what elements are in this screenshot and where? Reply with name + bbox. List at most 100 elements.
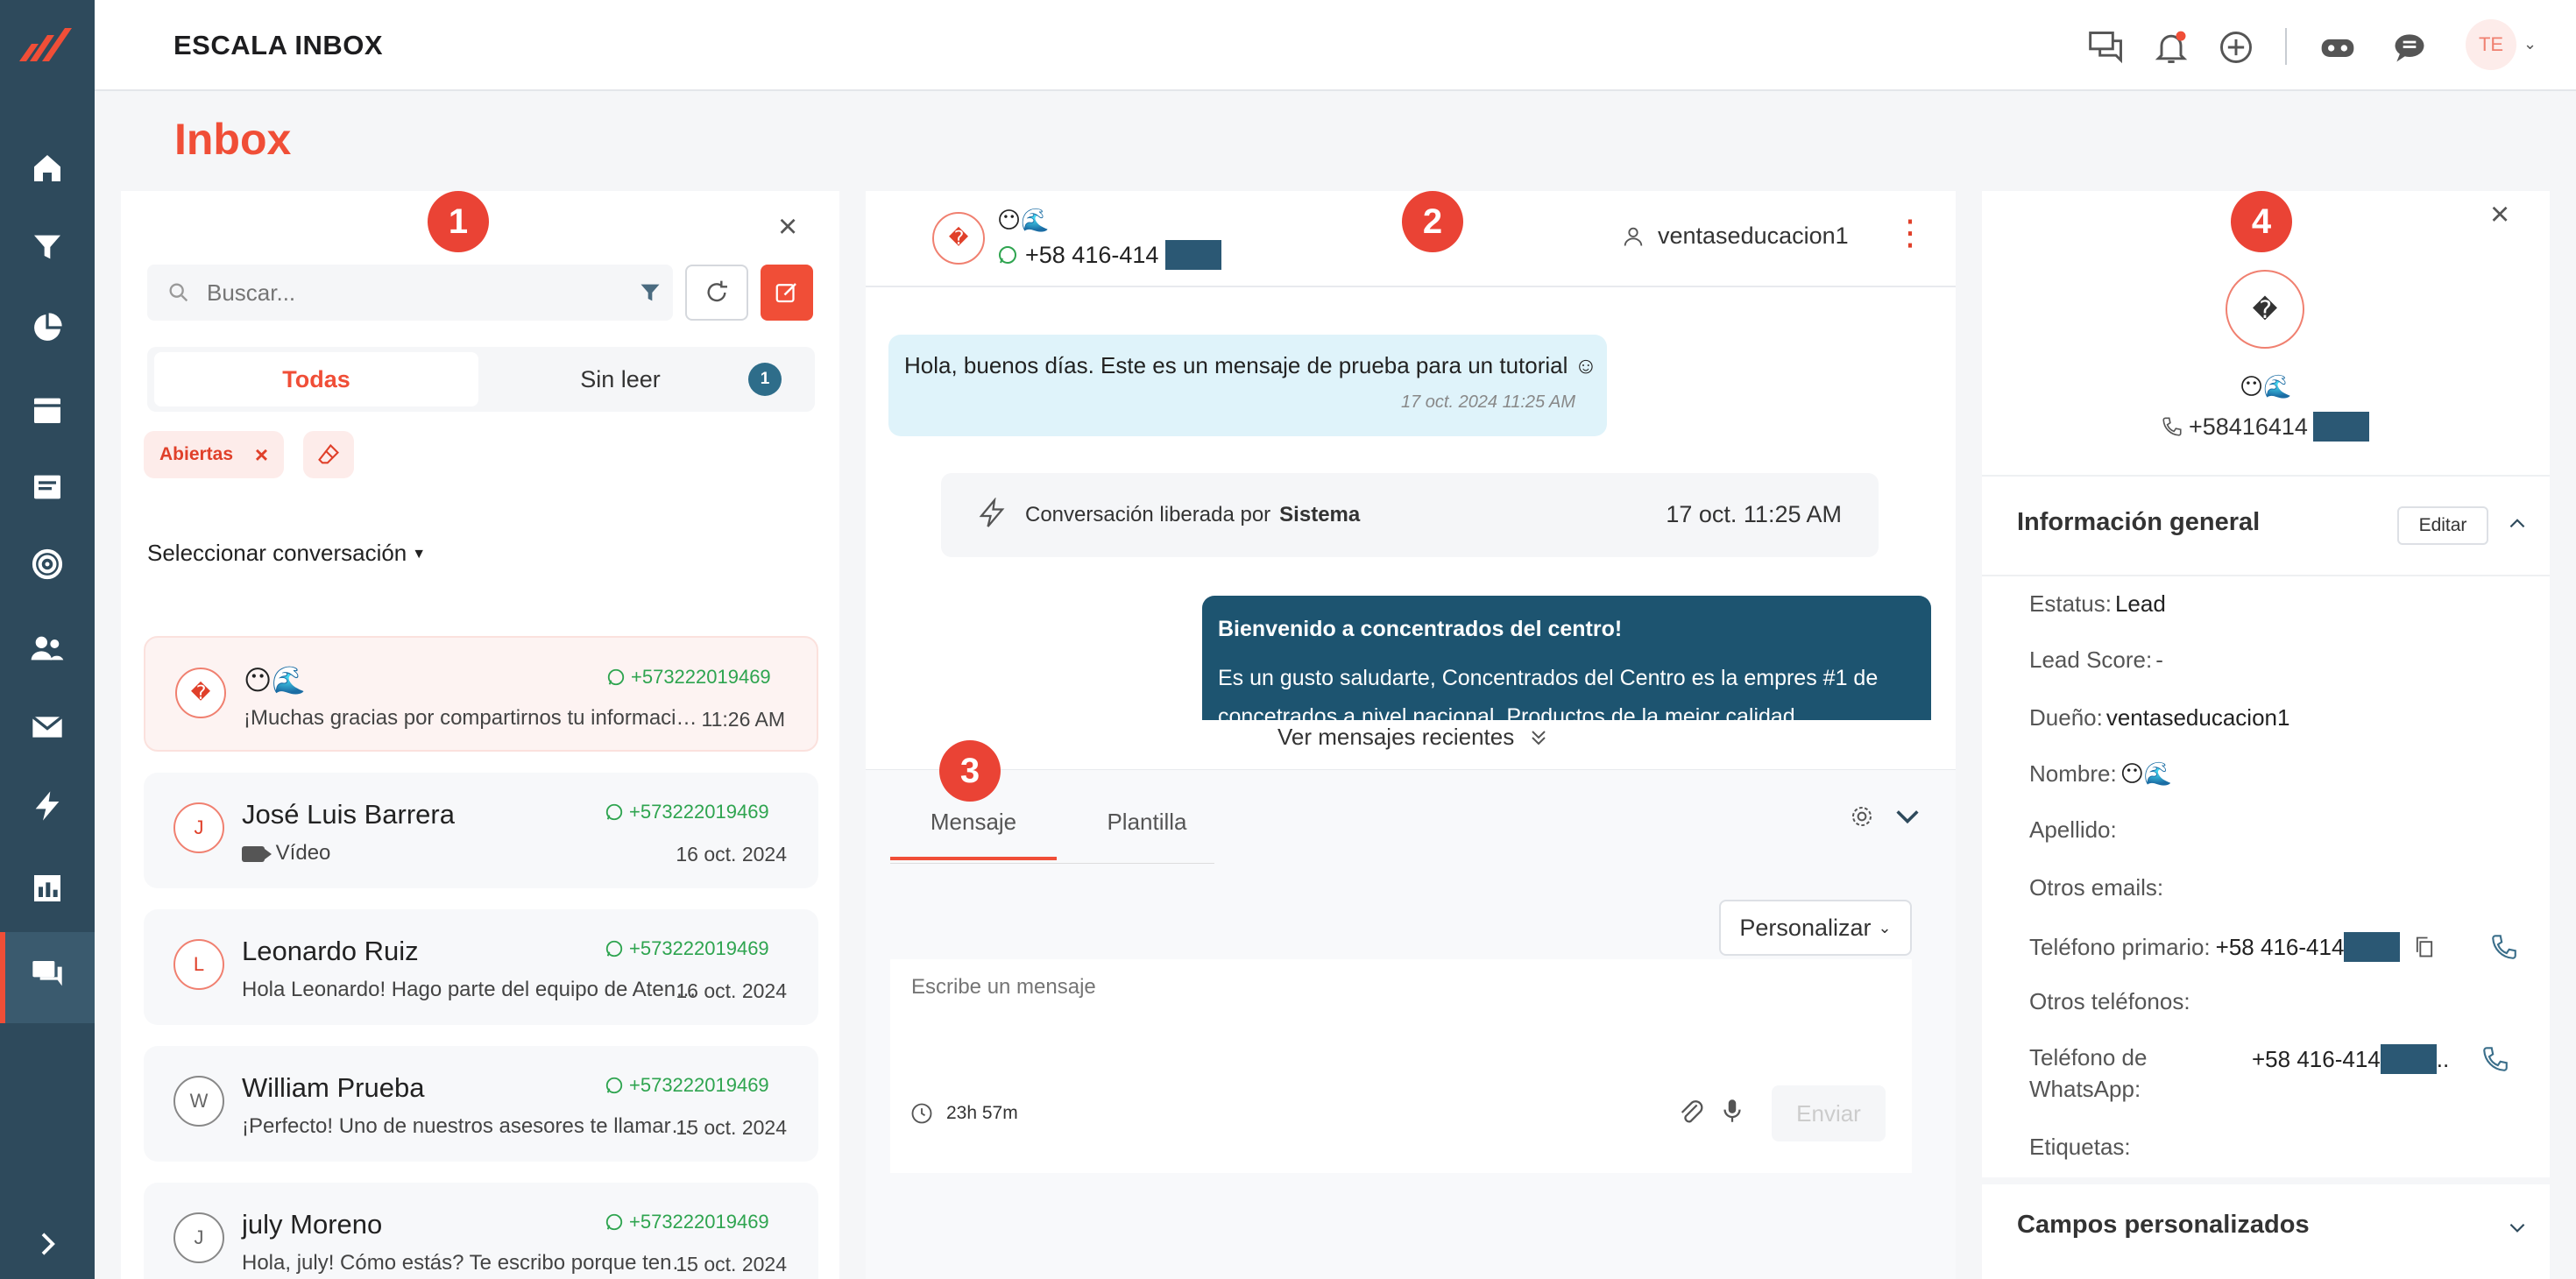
session-timer: 23h 57m bbox=[909, 1101, 1018, 1126]
conversation-date: 15 oct. 2024 bbox=[676, 1253, 787, 1275]
conversation-item[interactable]: J José Luis Barrera +573222019469 Vídeo … bbox=[144, 773, 818, 888]
step-badge-4: 4 bbox=[2231, 191, 2292, 252]
contact-name: 😶🌊 bbox=[2240, 373, 2292, 399]
contact-phone: +573222019469 bbox=[605, 1211, 769, 1233]
filter-icon[interactable] bbox=[638, 280, 662, 309]
whatsapp-icon bbox=[605, 803, 623, 821]
tab-all[interactable]: Todas bbox=[154, 352, 478, 406]
whatsapp-icon bbox=[605, 940, 623, 957]
divider bbox=[1982, 575, 2550, 576]
settings-gear-icon[interactable] bbox=[1849, 803, 1875, 834]
close-list-icon[interactable]: × bbox=[778, 210, 797, 244]
bot-icon[interactable] bbox=[2315, 25, 2360, 70]
assignee-selector[interactable]: ventaseducacion1 bbox=[1621, 223, 1849, 250]
funnel-icon[interactable] bbox=[26, 226, 68, 268]
chat-panel: � 😶🌊 +58 416-414 ventaseducacion1 ⋮ 2 Ho… bbox=[866, 191, 1956, 911]
target-icon[interactable] bbox=[26, 543, 68, 585]
custom-fields-title[interactable]: Campos personalizados bbox=[2017, 1211, 2310, 1240]
filter-tabs: Todas Sin leer 1 bbox=[147, 347, 815, 412]
message-input[interactable] bbox=[890, 959, 1912, 1064]
conversation-item[interactable]: L Leonardo Ruiz +573222019469 Hola Leona… bbox=[144, 909, 818, 1025]
tab-unread[interactable]: Sin leer bbox=[489, 352, 752, 406]
clear-filters-button[interactable] bbox=[303, 431, 354, 478]
contact-name: july Moreno bbox=[242, 1209, 383, 1240]
nav-rail bbox=[0, 0, 95, 1279]
redacted-digits bbox=[1165, 240, 1222, 270]
expand-custom-fields-chevron-icon[interactable] bbox=[2506, 1216, 2529, 1243]
chat-contact-phone: +58 416-414 bbox=[997, 240, 1222, 270]
field-lead-score: Lead Score: - bbox=[2029, 647, 2163, 673]
step-badge-2: 2 bbox=[1402, 191, 1463, 252]
microphone-icon[interactable] bbox=[1717, 1096, 1747, 1130]
section-divider bbox=[1982, 1177, 2550, 1184]
system-event-time: 17 oct. 11:25 AM bbox=[1666, 501, 1842, 527]
contact-avatar: J bbox=[173, 1212, 224, 1263]
more-options-icon[interactable]: ⋮ bbox=[1893, 216, 1928, 251]
conversation-item[interactable]: J july Moreno +573222019469 Hola, july! … bbox=[144, 1183, 818, 1279]
whatsapp-icon bbox=[999, 246, 1016, 264]
step-badge-3: 3 bbox=[939, 740, 1001, 802]
top-bar: ESCALA INBOX TE ⌄ bbox=[95, 0, 2576, 91]
home-icon[interactable] bbox=[26, 147, 68, 189]
bolt-icon bbox=[976, 497, 1008, 534]
call-phone-icon[interactable] bbox=[2489, 932, 2519, 962]
incoming-message-time: 17 oct. 2024 11:25 AM bbox=[1400, 392, 1575, 412]
conversation-date: 15 oct. 2024 bbox=[676, 1116, 787, 1139]
personalize-dropdown[interactable]: Personalizar ⌄ bbox=[1719, 900, 1912, 956]
expand-nav-icon[interactable] bbox=[26, 1223, 68, 1265]
composer-footer: 23h 57m Enviar bbox=[890, 1064, 1912, 1173]
contact-phone: +58416414 bbox=[2161, 412, 2369, 442]
support-chat-icon[interactable] bbox=[2387, 25, 2432, 70]
new-conversation-button[interactable] bbox=[761, 265, 813, 321]
whatsapp-icon bbox=[605, 1077, 623, 1094]
inbox-chat-icon[interactable] bbox=[26, 953, 68, 995]
mail-icon[interactable] bbox=[26, 706, 68, 748]
redacted-digits bbox=[2380, 1044, 2437, 1074]
page-title: Inbox bbox=[174, 115, 292, 164]
calendar-icon[interactable] bbox=[26, 389, 68, 431]
refresh-button[interactable] bbox=[685, 265, 748, 321]
send-button[interactable]: Enviar bbox=[1772, 1085, 1886, 1141]
double-chevron-down-icon bbox=[1532, 730, 1546, 745]
reports-icon[interactable] bbox=[26, 867, 68, 909]
collapse-section-chevron-icon[interactable] bbox=[2506, 512, 2529, 539]
attach-paperclip-icon[interactable] bbox=[1677, 1098, 1707, 1132]
step-badge-1: 1 bbox=[428, 191, 489, 252]
tab-message[interactable]: Mensaje bbox=[890, 809, 1057, 860]
edit-button[interactable]: Editar bbox=[2397, 506, 2488, 545]
conversation-item[interactable]: � 😶🌊 +573222019469 ¡Muchas gracias por c… bbox=[144, 636, 818, 752]
conversations-icon[interactable] bbox=[2084, 25, 2129, 70]
search-input[interactable] bbox=[207, 273, 592, 312]
tab-template[interactable]: Plantilla bbox=[1092, 809, 1202, 836]
user-icon bbox=[1624, 227, 1643, 246]
chat-contact-avatar[interactable]: � bbox=[932, 212, 985, 265]
general-info-title: Información general bbox=[2017, 508, 2261, 536]
automation-bolt-icon[interactable] bbox=[26, 785, 68, 827]
conversation-date: 16 oct. 2024 bbox=[676, 843, 787, 866]
filter-chip-open[interactable]: Abiertas × bbox=[144, 431, 284, 478]
document-icon[interactable] bbox=[26, 466, 68, 508]
conversation-item[interactable]: W William Prueba +573222019469 ¡Perfecto… bbox=[144, 1046, 818, 1162]
logo[interactable] bbox=[19, 26, 75, 65]
add-icon[interactable] bbox=[2213, 25, 2259, 70]
message-preview: ¡Perfecto! Uno de nuestros asesores te l… bbox=[242, 1114, 697, 1138]
select-conversation-dropdown[interactable]: Seleccionar conversación ▼ bbox=[147, 540, 426, 567]
user-avatar[interactable]: TE bbox=[2466, 19, 2516, 70]
copy-icon[interactable] bbox=[2412, 935, 2437, 959]
user-menu-chevron-icon[interactable]: ⌄ bbox=[2523, 35, 2537, 53]
pie-chart-icon[interactable] bbox=[26, 307, 68, 349]
collapse-composer-chevron-icon[interactable] bbox=[1893, 802, 1922, 836]
field-status: Estatus: Lead bbox=[2029, 590, 2166, 617]
conversation-list-panel: 1 × Todas Sin leer 1 Abiertas × Seleccio… bbox=[121, 191, 839, 1279]
remove-filter-icon[interactable]: × bbox=[255, 442, 268, 469]
contacts-icon[interactable] bbox=[26, 627, 68, 669]
view-recent-label: Ver mensajes recientes bbox=[1277, 724, 1515, 750]
close-details-icon[interactable]: × bbox=[2490, 198, 2509, 231]
contact-phone: +573222019469 bbox=[606, 666, 771, 689]
contact-avatar: J bbox=[173, 802, 224, 853]
notification-bell-icon[interactable] bbox=[2148, 25, 2194, 70]
view-recent-messages-button[interactable]: Ver mensajes recientes bbox=[1277, 724, 1549, 751]
field-first-name: Nombre: 😶🌊 bbox=[2029, 760, 2173, 787]
field-owner: Dueño: ventaseducacion1 bbox=[2029, 704, 2290, 731]
call-whatsapp-icon[interactable] bbox=[2480, 1044, 2510, 1074]
